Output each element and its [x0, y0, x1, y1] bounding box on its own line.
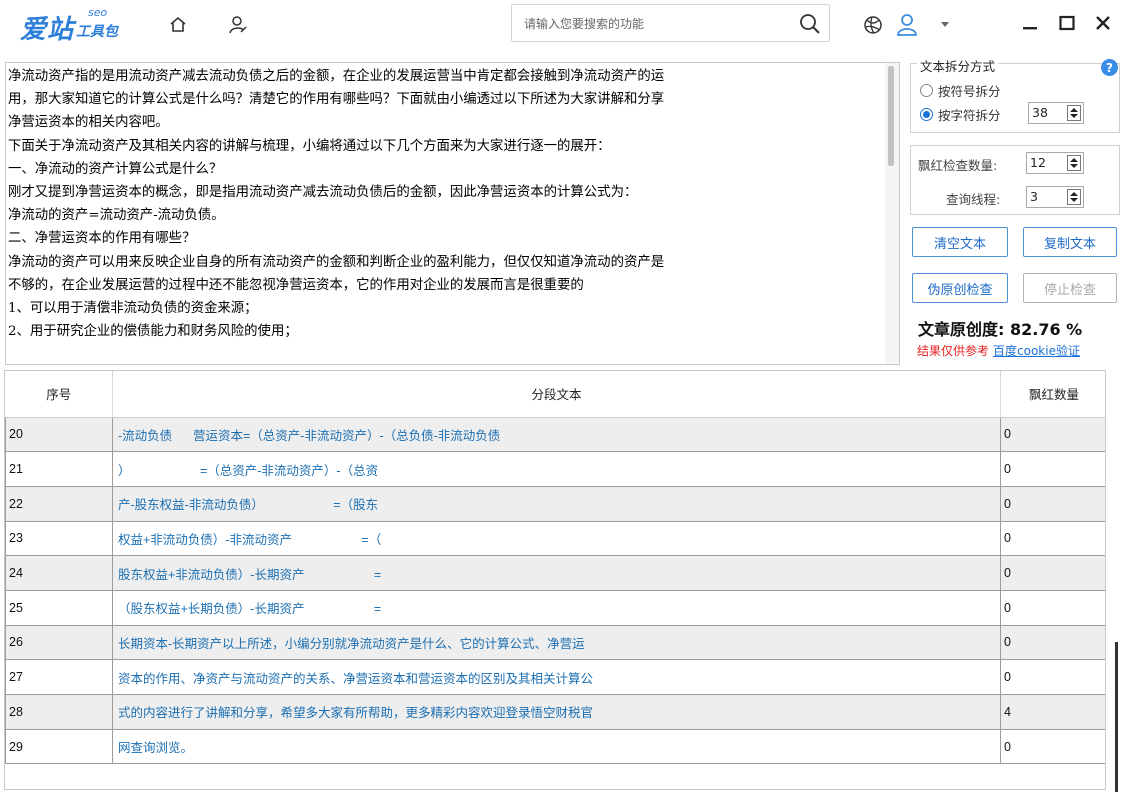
- user-icon[interactable]: [892, 10, 922, 40]
- col-header-red-count[interactable]: 飘红数量: [1000, 371, 1105, 418]
- table-scrollbar[interactable]: [1107, 370, 1125, 793]
- row-segment: （股东权益+长期负债）-长期资产 =: [112, 589, 1001, 626]
- col-header-segment[interactable]: 分段文本: [112, 371, 1001, 418]
- logo-tool: 工具包: [76, 24, 119, 40]
- row-segment: ） =（总资产-非流动资产）-（总资: [112, 451, 1001, 487]
- table-row[interactable]: 22 产-股东权益-非流动负债） =（股东 0: [5, 485, 1105, 522]
- score-label: 文章原创度:: [918, 320, 1005, 339]
- search-input[interactable]: [524, 13, 784, 35]
- row-index: 23: [5, 520, 113, 557]
- home-icon[interactable]: [163, 10, 193, 40]
- copy-text-button[interactable]: 复制文本: [1023, 227, 1117, 257]
- row-segment: 资本的作用、净资产与流动资产的关系、净营运资本和营运资本的区别及其相关计算公: [112, 659, 1001, 695]
- row-index: 21: [5, 451, 113, 487]
- search-icon[interactable]: [797, 11, 823, 37]
- radio-symbol-label: 按符号拆分: [938, 84, 1001, 99]
- row-index: 25: [5, 589, 113, 626]
- redcheck-arrows[interactable]: [1067, 155, 1081, 171]
- text-editor[interactable]: 净流动资产指的是用流动资产减去流动负债之后的金额，在企业的发展运营当中肯定都会接…: [5, 62, 900, 365]
- table-row[interactable]: 24 股东权益+非流动负债）-长期资产 = 0: [5, 555, 1105, 591]
- row-segment: 长期资本-长期资产以上所述，小编分别就净流动资产是什么、它的计算公式、净营运: [112, 624, 1001, 661]
- row-count: 0: [1000, 416, 1105, 453]
- baidu-cookie-link[interactable]: 百度cookie验证: [993, 344, 1080, 358]
- row-count: 0: [1000, 589, 1105, 626]
- result-note: 结果仅供参考 百度cookie验证: [917, 342, 1080, 359]
- split-legend: 文本拆分方式: [917, 56, 999, 75]
- redcheck-value[interactable]: 12: [1030, 155, 1046, 170]
- row-index: 28: [5, 694, 113, 730]
- char-count-arrows[interactable]: [1067, 105, 1081, 121]
- row-index: 26: [5, 624, 113, 661]
- char-count-value[interactable]: 38: [1032, 105, 1048, 120]
- radio-char-label: 按字符拆分: [938, 108, 1001, 123]
- threads-stepper[interactable]: 3: [1026, 186, 1084, 208]
- clear-text-button[interactable]: 清空文本: [912, 227, 1008, 257]
- table-row[interactable]: 23 权益+非流动负债）-非流动资产 =（ 0: [5, 520, 1105, 557]
- help-icon[interactable]: ?: [1101, 59, 1118, 76]
- char-count-stepper[interactable]: 38: [1028, 102, 1084, 124]
- row-segment: 股东权益+非流动负债）-长期资产 =: [112, 555, 1001, 591]
- table-row[interactable]: 25 （股东权益+长期负债）-长期资产 = 0: [5, 589, 1105, 626]
- row-segment: 权益+非流动负债）-非流动资产 =（: [112, 520, 1001, 557]
- score-value: 82.76 %: [1009, 320, 1083, 339]
- table-row[interactable]: 21） =（总资产-非流动资产）-（总资 0: [5, 451, 1105, 487]
- user-switch-icon[interactable]: [223, 10, 253, 40]
- search-box[interactable]: [511, 4, 830, 42]
- table-row[interactable]: 20 -流动负债 营运资本=（总资产-非流动资产）-（总负债-非流动负债 0: [5, 416, 1105, 453]
- table-row[interactable]: 28 式的内容进行了讲解和分享，希望多大家有所帮助，更多精彩内容欢迎登录悟空财税官…: [5, 694, 1105, 730]
- row-segment: 产-股东权益-非流动负债） =（股东: [112, 485, 1001, 522]
- radio-split-char[interactable]: 按字符拆分: [920, 105, 1001, 124]
- row-index: 20: [5, 416, 113, 453]
- row-count: 0: [1000, 659, 1105, 695]
- threads-value[interactable]: 3: [1030, 189, 1038, 204]
- row-count: 0: [1000, 624, 1105, 661]
- row-segment: -流动负债 营运资本=（总资产-非流动资产）-（总负债-非流动负债: [112, 416, 1001, 453]
- skin-icon[interactable]: [858, 10, 888, 40]
- chevron-down-icon[interactable]: [930, 10, 960, 40]
- row-count: 0: [1000, 555, 1105, 591]
- row-segment: 网查询浏览。: [112, 728, 1001, 765]
- radio-char-circle[interactable]: [920, 108, 933, 121]
- radio-symbol-circle[interactable]: [920, 84, 933, 97]
- table-row[interactable]: 26 长期资本-长期资产以上所述，小编分别就净流动资产是什么、它的计算公式、净营运…: [5, 624, 1105, 661]
- table-row[interactable]: 29 网查询浏览。 0: [5, 728, 1105, 765]
- logo-main: 爱站: [20, 15, 75, 45]
- row-index: 24: [5, 555, 113, 591]
- row-count: 0: [1000, 520, 1105, 557]
- table-header: 序号 分段文本 飘红数量: [5, 371, 1105, 418]
- maximize-icon[interactable]: [1054, 10, 1080, 36]
- segments-table: 序号 分段文本 飘红数量 20 -流动负债 营运资本=（总资产-非流动资产）-（总…: [4, 370, 1106, 790]
- pseudo-original-check-button[interactable]: 伪原创检查: [912, 273, 1008, 303]
- stop-check-button[interactable]: 停止检查: [1023, 273, 1117, 303]
- threads-label: 查询线程:: [946, 192, 1001, 207]
- table-row[interactable]: 27 资本的作用、净资产与流动资产的关系、净营运资本和营运资本的区别及其相关计算公…: [5, 659, 1105, 695]
- threads-arrows[interactable]: [1067, 189, 1081, 205]
- close-icon[interactable]: [1090, 10, 1116, 36]
- originality-score: 文章原创度: 82.76 %: [918, 316, 1082, 340]
- row-count: 0: [1000, 451, 1105, 487]
- radio-split-symbol[interactable]: 按符号拆分: [920, 81, 1001, 100]
- row-index: 22: [5, 485, 113, 522]
- row-segment: 式的内容进行了讲解和分享，希望多大家有所帮助，更多精彩内容欢迎登录悟空财税官: [112, 694, 1001, 730]
- editor-content[interactable]: 净流动资产指的是用流动资产减去流动负债之后的金额，在企业的发展运营当中肯定都会接…: [6, 65, 886, 343]
- redcheck-stepper[interactable]: 12: [1026, 152, 1084, 174]
- table-scroll-thumb[interactable]: [1115, 642, 1118, 792]
- minimize-icon[interactable]: [1017, 10, 1043, 36]
- row-index: 27: [5, 659, 113, 695]
- title-bar: 爱站 seo 工具包: [0, 0, 1125, 50]
- editor-scroll-thumb[interactable]: [888, 66, 894, 166]
- row-count: 4: [1000, 694, 1105, 730]
- row-index: 29: [5, 728, 113, 765]
- app-logo: 爱站 seo 工具包: [20, 6, 118, 46]
- redcheck-label: 飘红检查数量:: [918, 158, 998, 173]
- row-count: 0: [1000, 728, 1105, 765]
- row-count: 0: [1000, 485, 1105, 522]
- note-text: 结果仅供参考: [917, 344, 990, 358]
- col-header-index[interactable]: 序号: [5, 371, 113, 418]
- editor-scrollbar[interactable]: [885, 63, 899, 364]
- logo-seo: seo: [88, 6, 108, 19]
